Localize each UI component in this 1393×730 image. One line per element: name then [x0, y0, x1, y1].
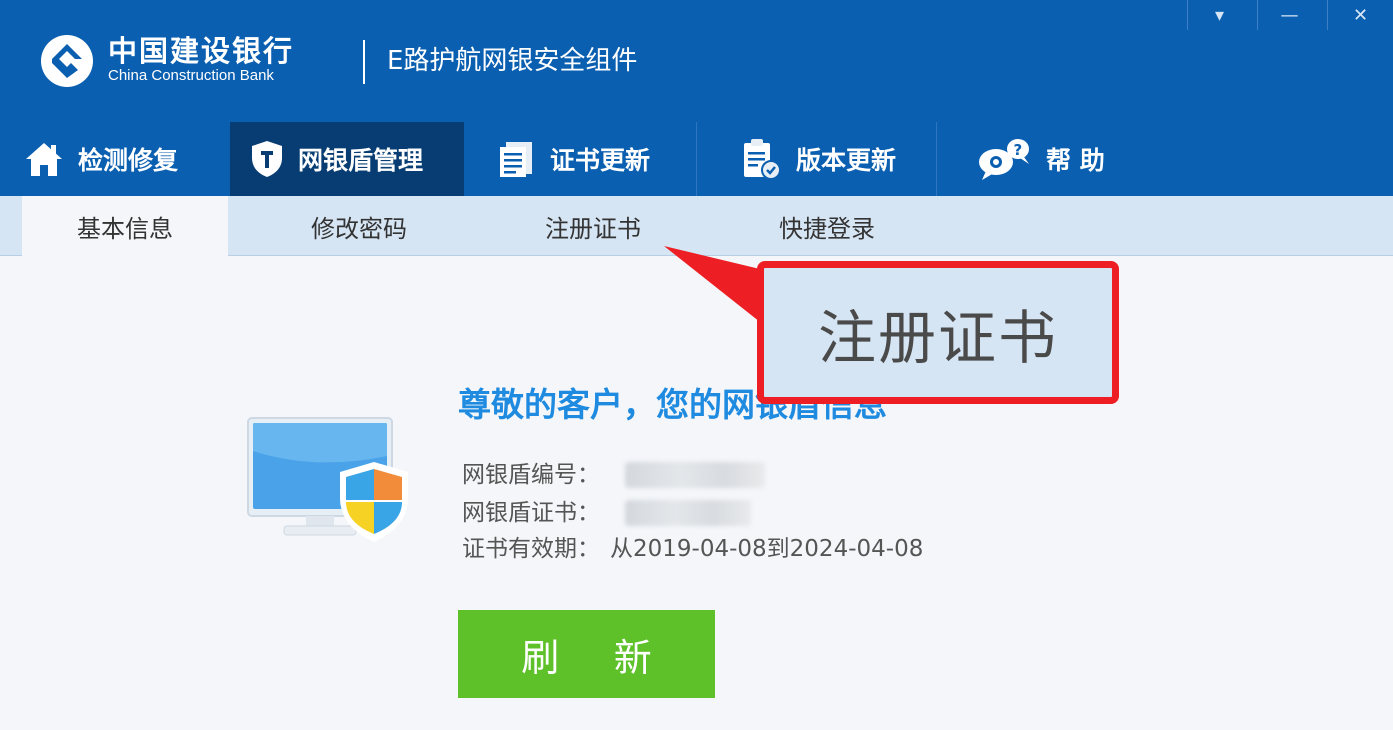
help-icon: ?	[979, 139, 1029, 180]
nav-divider	[936, 122, 937, 196]
nav-item-cert-update[interactable]: 证书更新	[496, 122, 696, 196]
callout-box: 注册证书	[757, 261, 1119, 404]
refresh-button[interactable]: 刷 新	[458, 610, 715, 698]
nav-item-label: 网银盾管理	[298, 146, 424, 175]
info-row-cert-validity: 证书有效期： 从2019-04-08到2024-04-08	[462, 532, 923, 566]
field-label: 网银盾证书：	[462, 500, 600, 526]
redacted-usbkey-cert	[625, 500, 751, 526]
nav-item-label: 证书更新	[550, 146, 651, 175]
tab-change-password[interactable]: 修改密码	[256, 196, 462, 256]
brand-name-en: China Construction Bank	[108, 67, 274, 84]
nav-item-detect-repair[interactable]: 检测修复	[24, 122, 230, 196]
document-icon	[500, 142, 532, 177]
field-label: 网银盾编号：	[462, 462, 600, 488]
minimize-button[interactable]: —	[1257, 0, 1321, 30]
nav-item-usbkey-manage[interactable]: 网银盾管理	[230, 122, 464, 196]
dropdown-menu-button[interactable]: ▾	[1187, 0, 1251, 30]
info-row-usbkey-cert: 网银盾证书：	[462, 496, 600, 530]
chevron-down-icon: ▾	[1214, 4, 1225, 26]
nav-item-label: 版本更新	[796, 146, 897, 175]
close-icon: ✕	[1352, 4, 1369, 26]
nav-item-label: 检测修复	[78, 146, 179, 175]
shield-icon	[252, 141, 282, 177]
nav-divider	[696, 122, 697, 196]
ccb-logo-icon	[41, 35, 93, 87]
security-monitor-icon	[247, 417, 408, 542]
brand-divider	[363, 40, 365, 84]
field-value: 从2019-04-08到2024-04-08	[610, 536, 924, 562]
info-row-usbkey-id: 网银盾编号：	[462, 458, 600, 492]
field-label: 证书有效期：	[462, 536, 600, 562]
app-header: 中国建设银行 China Construction Bank E路护航网银安全组…	[0, 0, 1393, 196]
nav-item-label: 帮 助	[1046, 146, 1105, 175]
redacted-usbkey-id	[625, 462, 765, 488]
brand-name-cn: 中国建设银行	[108, 34, 295, 68]
clipboard-icon	[744, 139, 781, 180]
main-nav: 检测修复 网银盾管理 证书更新 版本更新 ? 帮 助	[0, 122, 1393, 196]
svg-text:?: ?	[1014, 141, 1023, 159]
product-name: E路护航网银安全组件	[387, 46, 638, 76]
tab-basic-info[interactable]: 基本信息	[22, 196, 228, 257]
nav-item-help[interactable]: ? 帮 助	[976, 122, 1146, 196]
nav-item-version-update[interactable]: 版本更新	[740, 122, 936, 196]
home-icon	[26, 143, 62, 176]
minimize-icon: —	[1280, 4, 1299, 26]
close-button[interactable]: ✕	[1327, 0, 1393, 30]
